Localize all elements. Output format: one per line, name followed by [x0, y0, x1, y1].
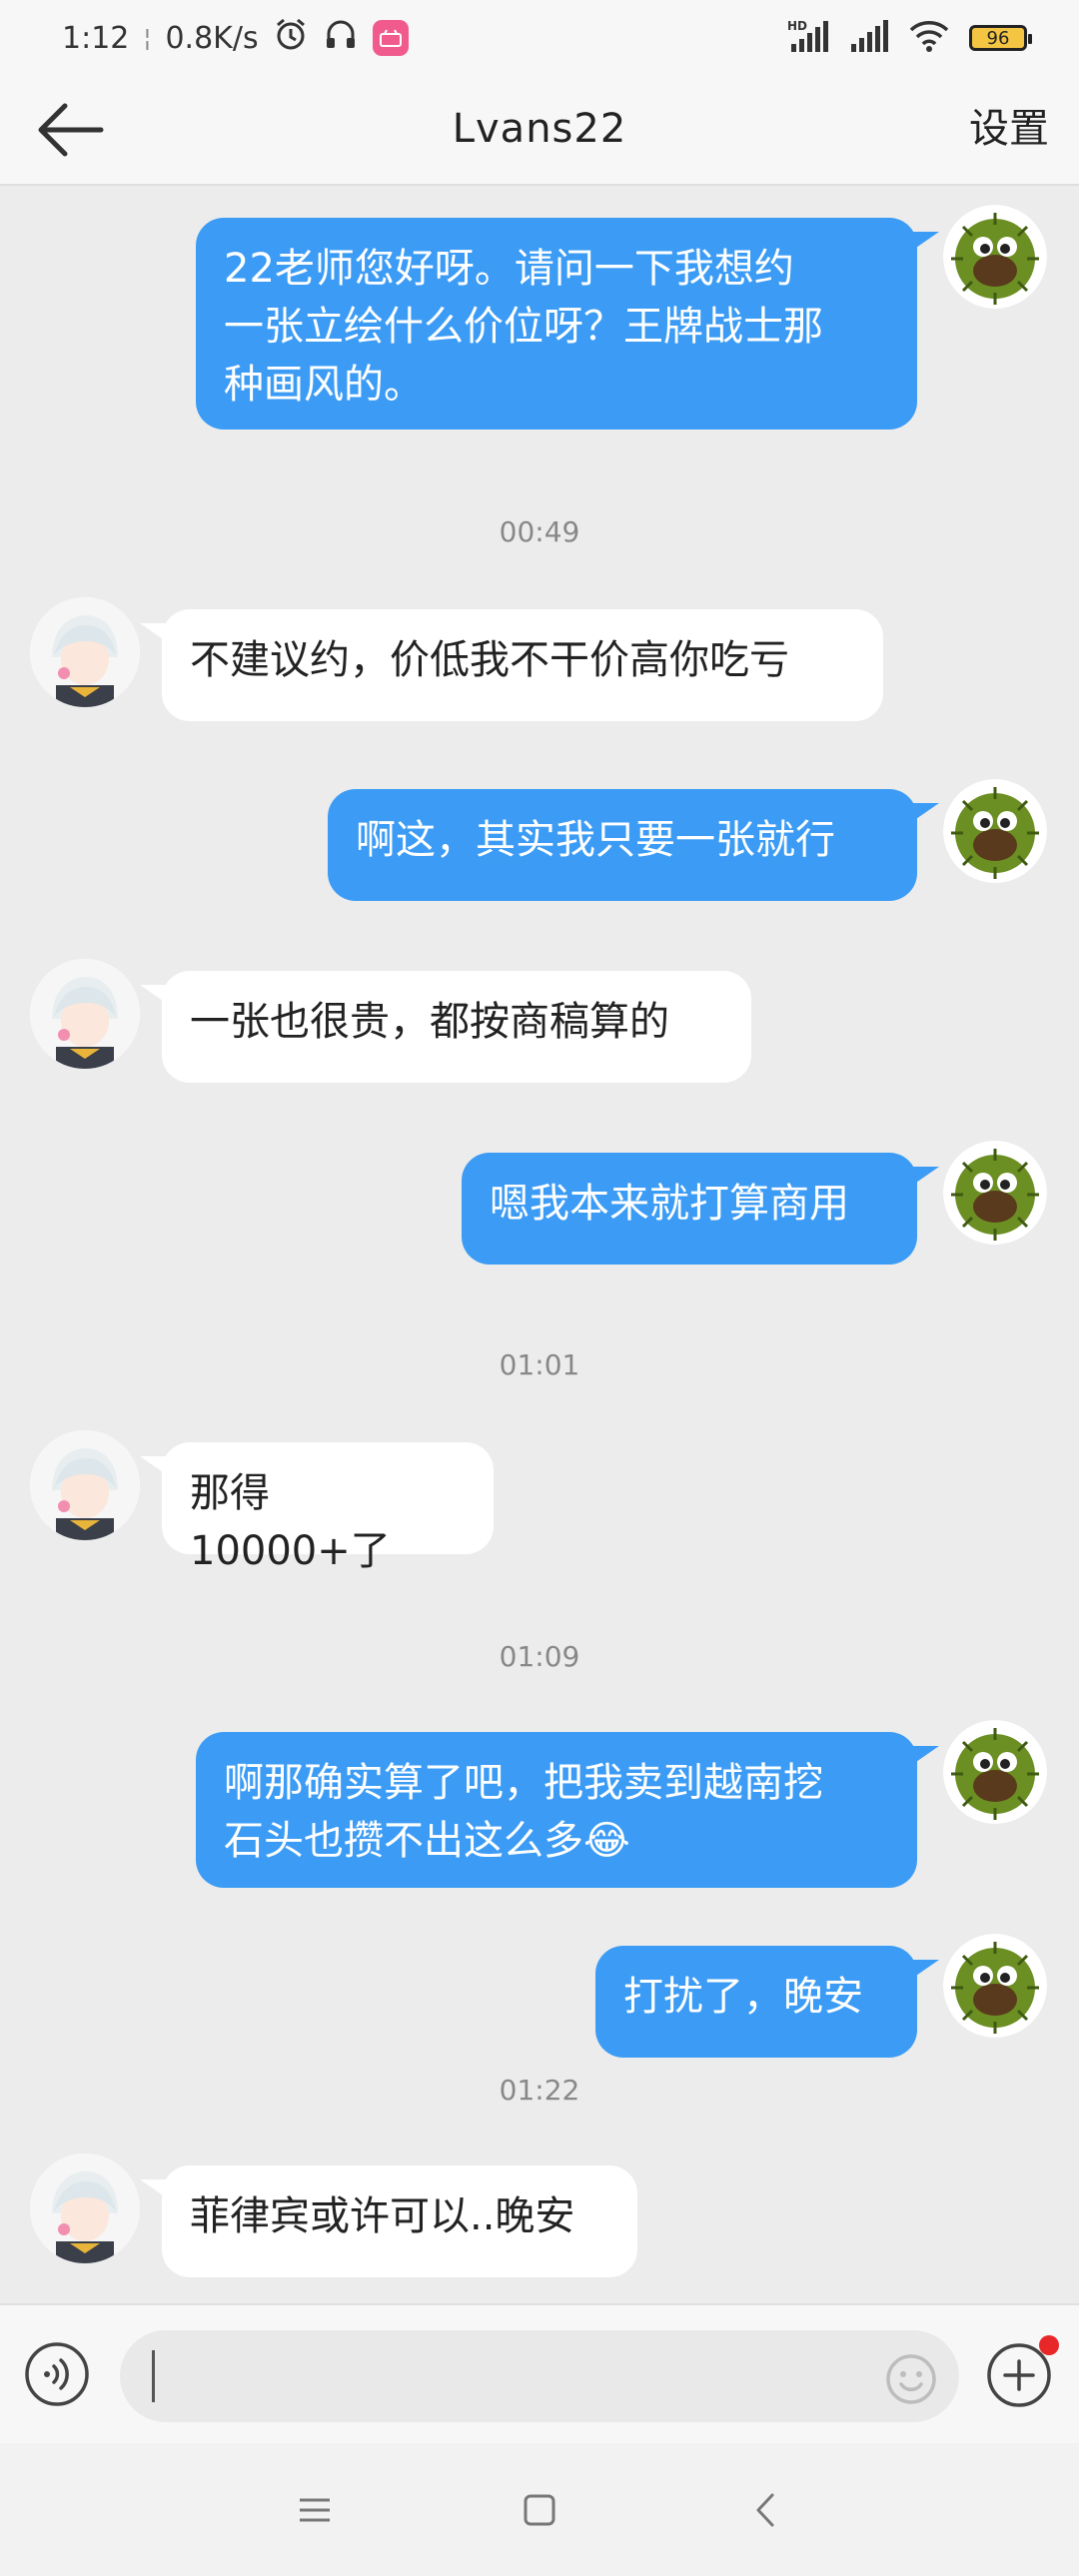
wifi-icon: [907, 18, 951, 58]
app-notification-icon: [372, 20, 409, 56]
bubble-tail: [913, 1167, 939, 1185]
message-bubble-sent[interactable]: 啊那确实算了吧，把我卖到越南挖 石头也攒不出这么多😂: [196, 1732, 917, 1888]
bubble-tail: [913, 803, 939, 821]
message-bubble-sent[interactable]: 打扰了，晚安: [595, 1946, 917, 2058]
message-bubble-sent[interactable]: 嗯我本来就打算商用: [462, 1153, 917, 1265]
status-bar: 1:12 ¦ 0.8K/s HD 96: [0, 0, 1079, 74]
signal-icon: [849, 18, 889, 58]
nav-home-button[interactable]: [515, 2485, 564, 2535]
battery-level: 96: [986, 27, 1010, 49]
signal-hd-icon: HD: [787, 18, 831, 58]
my-avatar[interactable]: [943, 1141, 1047, 1245]
contact-avatar[interactable]: [30, 597, 140, 707]
bubble-tail: [140, 2179, 166, 2197]
message-timestamp: 00:49: [499, 515, 580, 548]
message-bubble-received[interactable]: 一张也很贵，都按商稿算的: [162, 971, 751, 1083]
nav-menu-button[interactable]: [290, 2485, 340, 2535]
settings-button[interactable]: 设置: [969, 74, 1049, 184]
bubble-tail: [140, 985, 166, 1003]
bubble-tail: [140, 623, 166, 641]
alarm-icon: [273, 16, 309, 60]
battery-icon: 96: [969, 25, 1032, 51]
network-speed: 0.8K/s: [165, 20, 259, 56]
message-input-bar: [0, 2303, 1079, 2443]
chat-title: Lvans22: [452, 106, 627, 152]
chat-header: Lvans22 设置: [0, 74, 1079, 186]
status-time: 1:12: [62, 20, 130, 56]
message-bubble-sent[interactable]: 啊这，其实我只要一张就行: [328, 789, 917, 901]
my-avatar[interactable]: [943, 779, 1047, 883]
emoji-icon: [886, 2354, 936, 2404]
menu-icon: [300, 2498, 330, 2522]
voice-button[interactable]: [24, 2341, 90, 2407]
svg-text:HD: HD: [787, 19, 807, 33]
text-caret: [152, 2350, 155, 2402]
message-timestamp: 01:22: [499, 2074, 580, 2107]
message-bubble-received[interactable]: 不建议约，价低我不干价高你吃亏: [162, 609, 883, 721]
back-icon: [756, 2493, 774, 2527]
notification-dot: [1039, 2335, 1059, 2355]
message-timestamp: 01:09: [499, 1640, 580, 1673]
contact-avatar[interactable]: [30, 2153, 140, 2263]
bubble-tail: [140, 1456, 166, 1474]
home-icon: [524, 2494, 555, 2526]
my-avatar[interactable]: [943, 205, 1047, 309]
nav-back-button[interactable]: [741, 2485, 791, 2535]
message-bubble-sent[interactable]: 22老师您好呀。请问一下我想约 一张立绘什么价位呀？王牌战士那 种画风的。: [196, 218, 917, 429]
my-avatar[interactable]: [943, 1934, 1047, 2038]
status-separator: ¦: [143, 24, 152, 52]
contact-avatar[interactable]: [30, 1430, 140, 1540]
contact-avatar[interactable]: [30, 959, 140, 1069]
bubble-tail: [913, 232, 939, 250]
headphones-icon: [323, 16, 359, 60]
message-bubble-received[interactable]: 菲律宾或许可以..晚安: [162, 2165, 637, 2277]
bubble-tail: [913, 1746, 939, 1764]
my-avatar[interactable]: [943, 1720, 1047, 1824]
system-nav-bar: [0, 2443, 1079, 2576]
message-input[interactable]: [120, 2330, 959, 2422]
status-left: 1:12 ¦ 0.8K/s: [62, 16, 409, 60]
voice-icon: [25, 2342, 89, 2406]
bubble-tail: [913, 1960, 939, 1978]
status-right: HD 96: [787, 16, 1032, 60]
emoji-button[interactable]: [885, 2353, 937, 2405]
message-bubble-received[interactable]: 那得10000+了: [162, 1442, 494, 1574]
message-timestamp: 01:01: [499, 1348, 580, 1381]
